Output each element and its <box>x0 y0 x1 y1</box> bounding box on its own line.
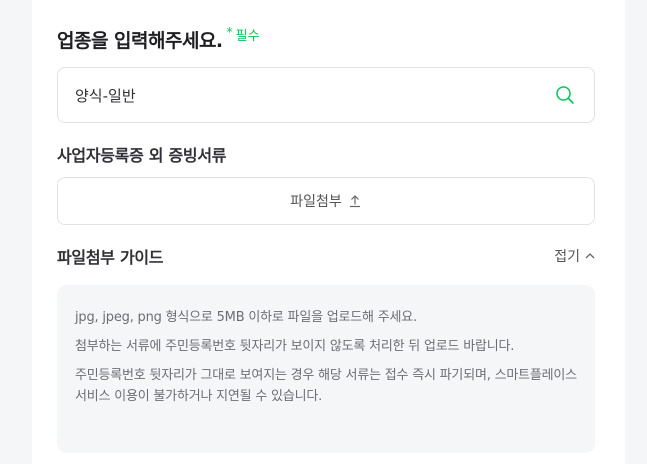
guide-fold-toggle[interactable]: 접기 <box>554 246 595 266</box>
documents-section-title: 사업자등록증 외 증빙서류 <box>57 146 227 165</box>
file-attach-button[interactable]: 파일첨부 <box>57 177 595 225</box>
required-label: 필수 <box>235 29 260 44</box>
title-row: 업종을 입력해주세요. * 필수 <box>57 25 260 53</box>
guide-line: 첨부하는 서류에 주민등록번호 뒷자리가 보이지 않도록 처리한 뒤 업로드 바… <box>75 339 515 354</box>
guide-title: 파일첨부 가이드 <box>57 248 164 267</box>
required-badge: * 필수 <box>227 25 260 44</box>
guide-line: jpg, jpeg, png 형식으로 5MB 이하로 파일을 업로드해 주세요… <box>75 310 417 325</box>
guide-content-box: jpg, jpeg, png 형식으로 5MB 이하로 파일을 업로드해 주세요… <box>57 285 595 453</box>
search-icon[interactable] <box>554 84 576 106</box>
guide-header: 파일첨부 가이드 접기 <box>57 244 595 268</box>
form-panel: 업종을 입력해주세요. * 필수 양식-일반 사업자등록증 외 증빙서류 파일첨… <box>32 0 625 464</box>
business-type-search-input[interactable]: 양식-일반 <box>57 67 595 123</box>
fold-label: 접기 <box>554 249 580 265</box>
file-attach-label: 파일첨부 <box>290 194 342 210</box>
chevron-up-icon <box>585 252 595 260</box>
required-star: * <box>226 25 233 39</box>
guide-line: 주민등록번호 뒷자리가 그대로 보여지는 경우 해당 서류는 접수 즉시 파기되… <box>75 368 577 404</box>
upload-icon <box>348 194 362 208</box>
page-title: 업종을 입력해주세요. <box>57 30 223 52</box>
search-input-value[interactable]: 양식-일반 <box>75 85 554 106</box>
